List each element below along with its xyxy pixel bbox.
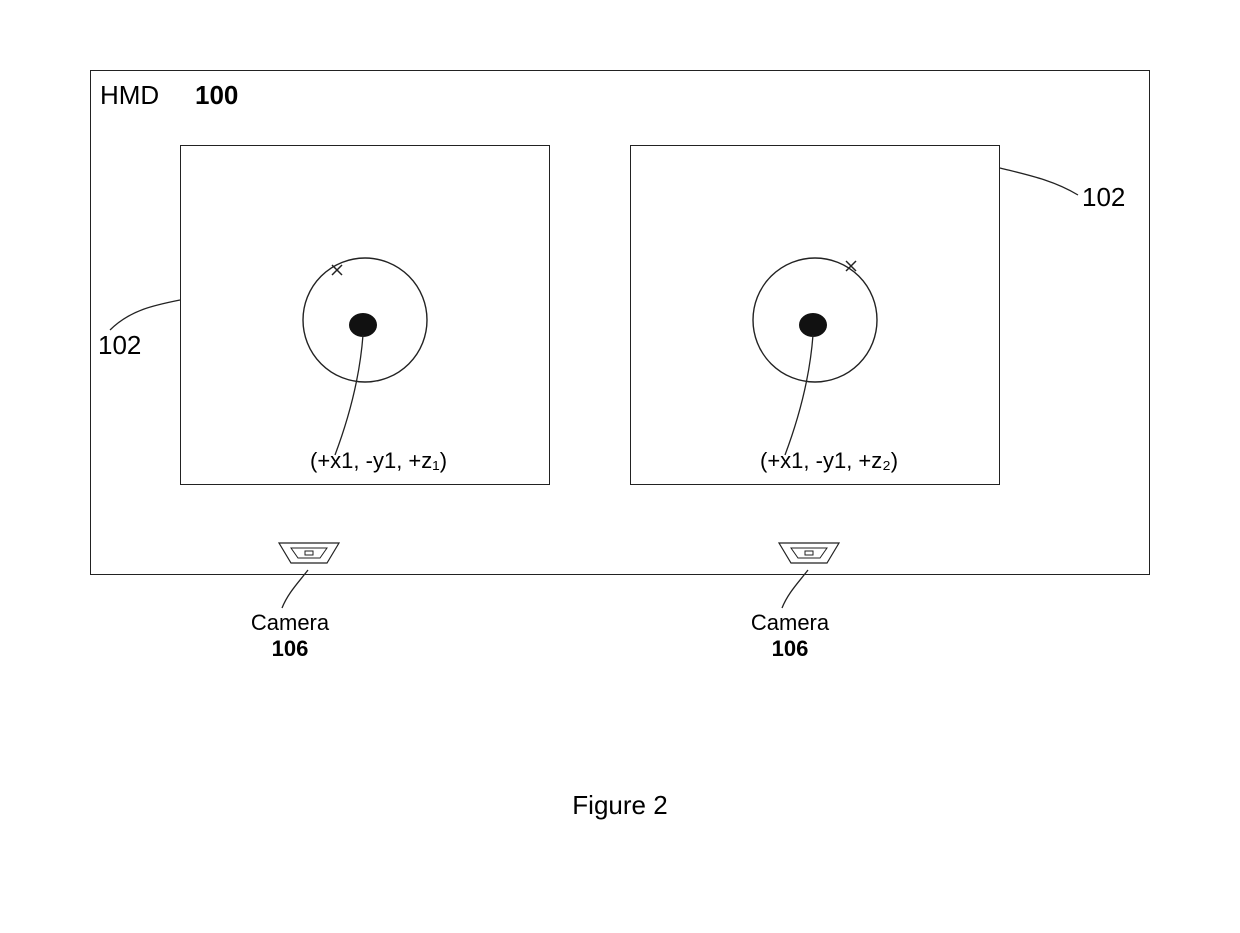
left-eye	[180, 145, 550, 485]
camera-text-right: Camera	[730, 610, 850, 636]
left-coords: (+x1, -y1, +z₁)	[310, 448, 447, 474]
camera-label-right: Camera 106	[730, 610, 850, 662]
camera-icon-right	[777, 541, 841, 569]
display-ref-left: 102	[98, 330, 141, 361]
leader-camera-right	[778, 568, 818, 613]
hmd-label: HMD	[100, 80, 159, 111]
leader-102-right	[998, 160, 1088, 220]
camera-icon-left	[277, 541, 341, 569]
camera-label-left: Camera 106	[230, 610, 350, 662]
camera-ref-right: 106	[730, 636, 850, 662]
right-eye	[630, 145, 1000, 485]
camera-text-left: Camera	[230, 610, 350, 636]
right-coords: (+x1, -y1, +z₂)	[760, 448, 898, 474]
camera-ref-left: 106	[230, 636, 350, 662]
display-ref-right: 102	[1082, 182, 1125, 213]
leader-camera-left	[278, 568, 318, 613]
figure-caption: Figure 2	[0, 790, 1240, 821]
hmd-ref: 100	[195, 80, 238, 111]
